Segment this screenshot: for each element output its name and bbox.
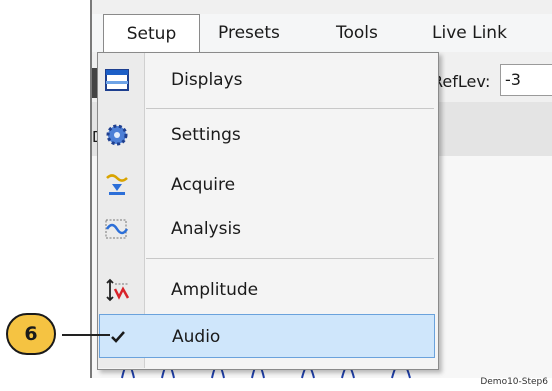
menu-separator — [146, 258, 434, 259]
menu-tools[interactable]: Tools — [336, 14, 378, 52]
reflev-label: RefLev: — [432, 72, 491, 91]
reflev-input[interactable]: -3 — [500, 64, 552, 96]
menu-item-label: Displays — [171, 70, 243, 90]
menu-item-audio[interactable]: Audio — [99, 314, 435, 358]
menu-item-amplitude[interactable]: Amplitude — [99, 268, 435, 312]
acquire-icon — [106, 174, 128, 195]
amplitude-icon — [106, 278, 130, 302]
menu-setup[interactable]: Setup — [103, 14, 200, 52]
menu-item-label: Amplitude — [171, 280, 259, 300]
menu-item-displays[interactable]: Displays — [99, 58, 435, 102]
menu-item-acquire[interactable]: Acquire — [99, 163, 435, 207]
menu-item-label: Acquire — [171, 175, 236, 195]
gear-icon — [106, 124, 128, 146]
step-callout-badge: 6 — [6, 313, 56, 355]
analysis-icon — [105, 219, 129, 239]
menu-item-label: Audio — [172, 327, 221, 347]
checkmark-icon — [111, 331, 125, 343]
menu-item-label: Analysis — [171, 219, 242, 239]
callout-pointer — [62, 334, 110, 336]
figure-tag: Demo10-Step6 — [480, 377, 548, 387]
menu-presets[interactable]: Presets — [218, 14, 280, 52]
menu-live-link[interactable]: Live Link — [432, 14, 507, 52]
menu-separator — [146, 108, 434, 109]
menu-item-settings[interactable]: Settings — [99, 113, 435, 157]
menu-item-label: Settings — [171, 125, 241, 145]
displays-icon — [105, 69, 129, 91]
menu-item-analysis[interactable]: Analysis — [99, 207, 435, 251]
